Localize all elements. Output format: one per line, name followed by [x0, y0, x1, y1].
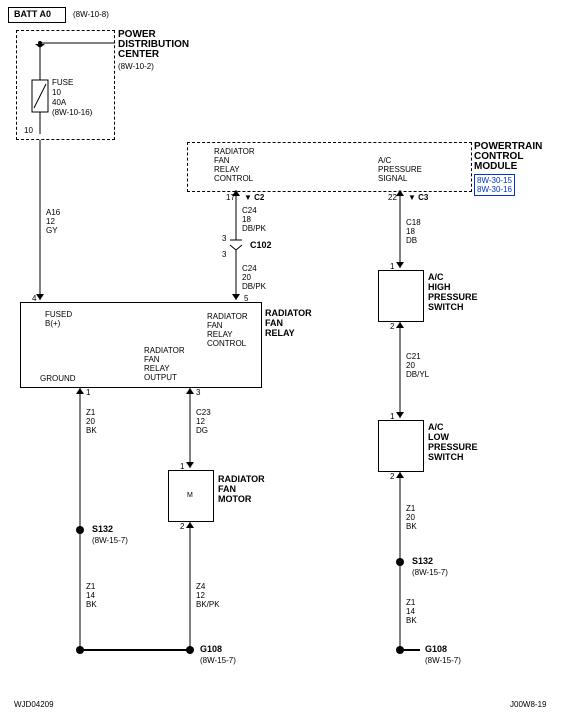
w10: Z4 12 BK/PK: [196, 582, 220, 609]
hp-title: A/C HIGH PRESSURE SWITCH: [428, 272, 478, 312]
w6: Z1 20 BK: [86, 408, 97, 435]
c102-pin-bot: 3: [222, 250, 226, 259]
fuse-label: FUSE: [52, 78, 73, 87]
w4: C24 20 DB/PK: [242, 264, 266, 291]
w11: Z1 14 BK: [406, 598, 417, 625]
fuse-num: 10: [52, 88, 61, 97]
w1: A16 12 GY: [46, 208, 60, 235]
batt-a0-box: BATT A0: [8, 7, 66, 23]
fuse-ref: (8W-10-16): [52, 108, 92, 117]
s132-r: S132: [412, 556, 433, 566]
relay-out2-pin: 3: [196, 388, 200, 397]
g108-r-ref: (8W-15-7): [425, 656, 461, 665]
pcm-out1-label: RADIATOR FAN RELAY CONTROL: [214, 147, 255, 183]
relay-in2-pin: 5: [244, 294, 248, 303]
g108-r: G108: [425, 644, 447, 654]
w2: C24 18 DB/PK: [242, 206, 266, 233]
w8: Z1 20 BK: [406, 504, 417, 531]
fuse-pin: 10: [24, 126, 33, 135]
g108-l: G108: [200, 644, 222, 654]
lp-title: A/C LOW PRESSURE SWITCH: [428, 422, 478, 462]
relay-out1-pin: 1: [86, 388, 90, 397]
hp-pin1: 1: [390, 262, 394, 271]
motor-title: RADIATOR FAN MOTOR: [218, 474, 265, 504]
s132-r-ref: (8W-15-7): [412, 568, 448, 577]
pcm-out2-conn: ▼ C3: [408, 193, 428, 202]
footer-left: WJD04209: [14, 700, 54, 709]
footer-right: J00W8-19: [510, 700, 546, 709]
lp-pin2: 2: [390, 472, 394, 481]
hp-switch-box: [378, 270, 424, 322]
motor-pin1: 1: [180, 462, 184, 471]
pcm-out1-pin: 17: [226, 193, 235, 202]
g108-l-ref: (8W-15-7): [200, 656, 236, 665]
c102-pin-top: 3: [222, 234, 226, 243]
relay-in1-pin: 4: [32, 294, 36, 303]
pcm-out2-label: A/C PRESSURE SIGNAL: [378, 156, 422, 183]
header-title: BATT A0: [14, 9, 51, 19]
pcm-link[interactable]: 8W-30-15 8W-30-16: [474, 174, 515, 196]
relay-title: RADIATOR FAN RELAY: [265, 308, 312, 338]
lp-switch-box: [378, 420, 424, 472]
pcm-ref1: 8W-30-15: [477, 176, 512, 185]
motor-pin2: 2: [180, 522, 184, 531]
relay-in2-label: RADIATOR FAN RELAY CONTROL: [207, 312, 248, 348]
header-ref: (8W-10-8): [73, 10, 109, 19]
w3: C18 18 DB: [406, 218, 421, 245]
motor-sym: M: [187, 491, 193, 500]
wiring-diagram: BATT A0 (8W-10-8) POWER DISTRIBUTION CEN…: [0, 0, 568, 721]
relay-out2-label: RADIATOR FAN RELAY OUTPUT: [144, 346, 185, 382]
c102-label: C102: [250, 240, 272, 250]
w7: C23 12 DG: [196, 408, 211, 435]
pcm-out2-pin: 22: [388, 193, 397, 202]
pcm-title: POWERTRAIN CONTROL MODULE: [474, 142, 542, 172]
pcm-out1-conn: ▼ C2: [244, 193, 264, 202]
hp-pin2: 2: [390, 322, 394, 331]
pdc-ref: (8W-10-2): [118, 62, 154, 71]
pcm-ref2: 8W-30-16: [477, 185, 512, 194]
lp-pin1: 1: [390, 412, 394, 421]
fuse-rating: 40A: [52, 98, 66, 107]
relay-out1-label: GROUND: [40, 374, 76, 383]
pdc-title: POWER DISTRIBUTION CENTER: [118, 30, 189, 60]
w5: C21 20 DB/YL: [406, 352, 429, 379]
s132-l-ref: (8W-15-7): [92, 536, 128, 545]
relay-in1-label: FUSED B(+): [45, 310, 72, 328]
w9: Z1 14 BK: [86, 582, 97, 609]
s132-l: S132: [92, 524, 113, 534]
